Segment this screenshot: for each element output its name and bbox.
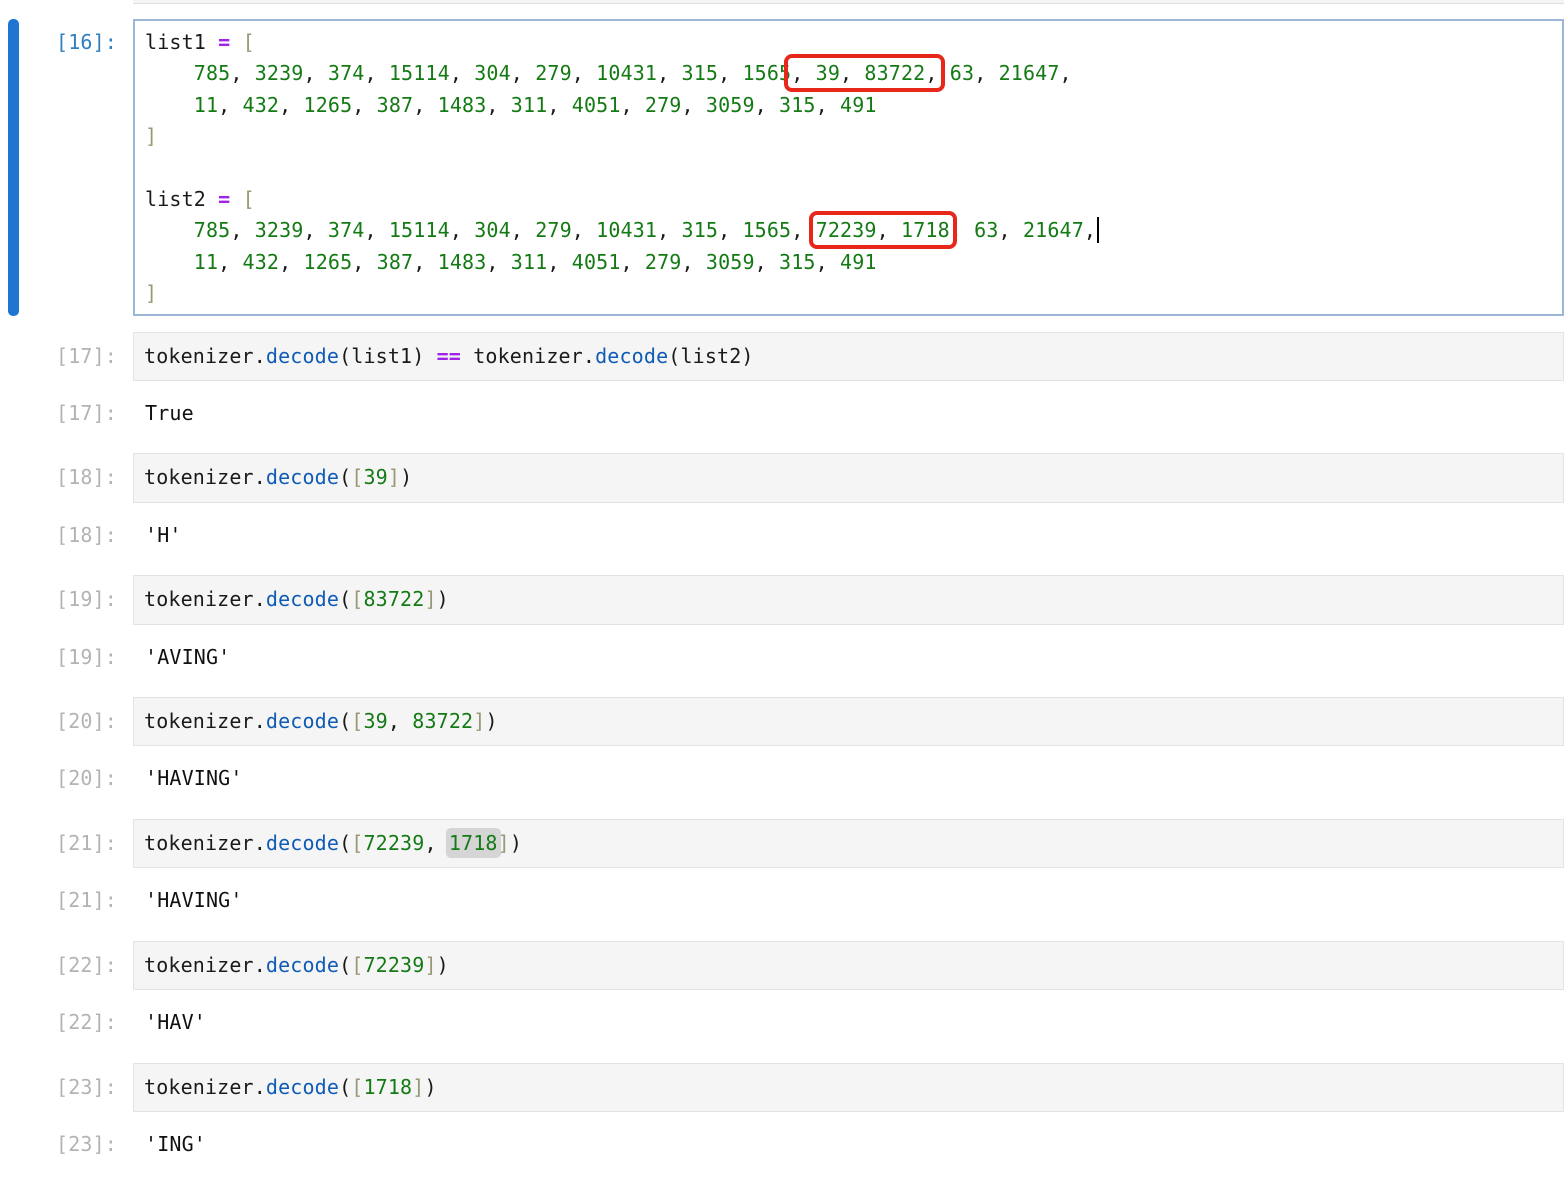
code-line: tokenizer.decode([72239])	[144, 950, 1553, 981]
input-prompt: [23]:	[0, 1063, 133, 1112]
code-editor[interactable]: tokenizer.decode([83722])	[133, 575, 1564, 624]
output-text: 'HAVING'	[133, 763, 1564, 794]
output-area-21: [21]: 'HAVING'	[0, 885, 1564, 916]
output-prompt: [17]:	[0, 398, 133, 429]
output-prompt: [18]:	[0, 520, 133, 551]
code-editor[interactable]: list1 = [ 785, 3239, 374, 15114, 304, 27…	[133, 19, 1564, 316]
output-prompt: [22]:	[0, 1007, 133, 1038]
output-prompt: [20]:	[0, 763, 133, 794]
code-cell-17: [17]: tokenizer.decode(list1) == tokeniz…	[0, 332, 1564, 381]
code-line: tokenizer.decode([39, 83722])	[144, 706, 1553, 737]
output-prompt: [19]:	[0, 642, 133, 673]
output-text: 'ING'	[133, 1129, 1564, 1160]
active-cell-collapser-bar[interactable]	[8, 19, 19, 316]
code-cell-21: [21]: tokenizer.decode([72239, 1718])	[0, 819, 1564, 868]
input-prompt: [20]:	[0, 697, 133, 746]
red-annotation-box: 72239, 1718	[816, 218, 950, 242]
code-line: 11, 432, 1265, 387, 1483, 311, 4051, 279…	[145, 90, 1552, 121]
code-line: ]	[145, 121, 1552, 152]
text-cursor	[1097, 217, 1099, 243]
code-editor[interactable]: tokenizer.decode([39])	[133, 453, 1564, 502]
code-editor[interactable]: tokenizer.decode([39, 83722])	[133, 697, 1564, 746]
code-line: ]	[145, 278, 1552, 309]
output-text: 'H'	[133, 520, 1564, 551]
output-area-19: [19]: 'AVING'	[0, 642, 1564, 673]
output-prompt: [21]:	[0, 885, 133, 916]
code-cell-19: [19]: tokenizer.decode([83722])	[0, 575, 1564, 624]
input-prompt: [17]:	[0, 332, 133, 381]
output-text: 'HAVING'	[133, 885, 1564, 916]
highlighted-token: 1718	[449, 831, 498, 855]
code-line: tokenizer.decode([39])	[144, 462, 1553, 493]
code-line: tokenizer.decode([1718])	[144, 1072, 1553, 1103]
code-editor[interactable]: tokenizer.decode([72239, 1718])	[133, 819, 1564, 868]
code-line	[145, 153, 1552, 184]
output-prompt: [23]:	[0, 1129, 133, 1160]
code-cell-23: [23]: tokenizer.decode([1718])	[0, 1063, 1564, 1112]
code-line: 785, 3239, 374, 15114, 304, 279, 10431, …	[145, 58, 1552, 89]
output-area-22: [22]: 'HAV'	[0, 1007, 1564, 1038]
output-area-23: [23]: 'ING'	[0, 1129, 1564, 1160]
input-prompt: [18]:	[0, 453, 133, 502]
red-annotation-box: , 39, 83722,	[791, 61, 937, 85]
code-line: list2 = [	[145, 184, 1552, 215]
input-prompt: [16]:	[0, 19, 133, 316]
code-line: list1 = [	[145, 27, 1552, 58]
input-prompt: [19]:	[0, 575, 133, 624]
code-cell-18: [18]: tokenizer.decode([39])	[0, 453, 1564, 502]
code-line: tokenizer.decode([72239, 1718])	[144, 828, 1553, 859]
cell-list: [16]: list1 = [ 785, 3239, 374, 15114, 3…	[0, 19, 1564, 1160]
code-cell-16: [16]: list1 = [ 785, 3239, 374, 15114, 3…	[0, 19, 1564, 316]
code-line: tokenizer.decode([83722])	[144, 584, 1553, 615]
output-area-18: [18]: 'H'	[0, 520, 1564, 551]
output-area-20: [20]: 'HAVING'	[0, 763, 1564, 794]
output-text: True	[133, 398, 1564, 429]
input-prompt: [21]:	[0, 819, 133, 868]
code-editor[interactable]: tokenizer.decode([1718])	[133, 1063, 1564, 1112]
code-cell-22: [22]: tokenizer.decode([72239])	[0, 941, 1564, 990]
previous-cell-bottom-edge	[133, 0, 1564, 4]
code-line: 11, 432, 1265, 387, 1483, 311, 4051, 279…	[145, 247, 1552, 278]
code-editor[interactable]: tokenizer.decode(list1) == tokenizer.dec…	[133, 332, 1564, 381]
output-area-17: [17]: True	[0, 398, 1564, 429]
code-line: 785, 3239, 374, 15114, 304, 279, 10431, …	[145, 215, 1552, 246]
notebook: [16]: list1 = [ 785, 3239, 374, 15114, 3…	[0, 0, 1564, 1160]
code-line: tokenizer.decode(list1) == tokenizer.dec…	[144, 341, 1553, 372]
output-text: 'HAV'	[133, 1007, 1564, 1038]
code-cell-20: [20]: tokenizer.decode([39, 83722])	[0, 697, 1564, 746]
input-prompt: [22]:	[0, 941, 133, 990]
code-editor[interactable]: tokenizer.decode([72239])	[133, 941, 1564, 990]
output-text: 'AVING'	[133, 642, 1564, 673]
